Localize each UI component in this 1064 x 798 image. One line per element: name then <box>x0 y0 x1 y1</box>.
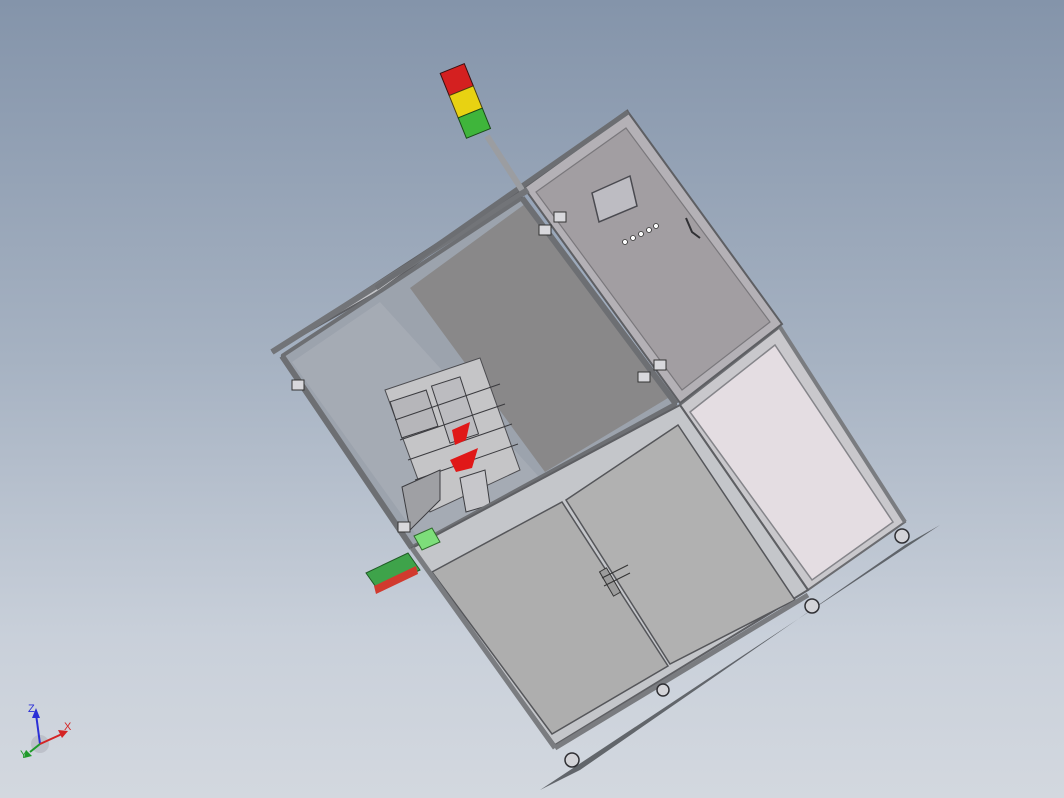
signal-tower <box>439 62 492 139</box>
panel-button-5[interactable] <box>653 223 659 229</box>
hinge-3 <box>553 211 567 223</box>
caster-3 <box>804 598 820 614</box>
y-axis-label: Y <box>20 749 28 761</box>
z-axis-label: Z <box>28 703 35 715</box>
hinge-2 <box>538 224 552 236</box>
caster-4 <box>894 528 910 544</box>
machine-model[interactable] <box>0 0 1064 798</box>
panel-button-4[interactable] <box>646 227 652 233</box>
hinge-4 <box>653 359 667 371</box>
cad-viewport[interactable]: Z X Y <box>0 0 1064 798</box>
panel-button-2[interactable] <box>630 235 636 241</box>
panel-button-1[interactable] <box>622 239 628 245</box>
hinge-5 <box>637 371 651 383</box>
axis-triad: Z X Y <box>18 700 82 770</box>
signal-tower-pole <box>484 134 525 192</box>
hinge-6 <box>397 521 411 533</box>
panel-button-3[interactable] <box>638 231 644 237</box>
caster-2 <box>656 683 670 697</box>
hinge-1 <box>291 379 305 391</box>
caster-1 <box>564 752 580 768</box>
x-axis-label: X <box>64 721 72 733</box>
